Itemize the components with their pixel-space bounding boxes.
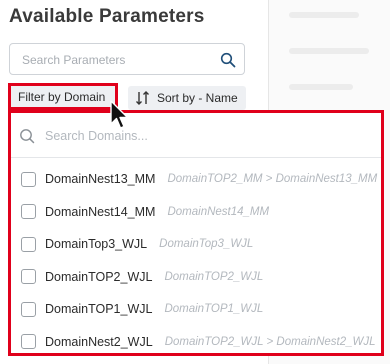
cursor-icon <box>110 100 129 129</box>
filter-by-domain-button[interactable]: Filter by Domain <box>8 83 118 110</box>
domain-name: DomainTOP2_WJL <box>45 269 153 284</box>
sort-by-name-label: Sort by - Name <box>157 91 238 105</box>
divider <box>11 157 381 158</box>
search-icon[interactable] <box>220 52 236 68</box>
placeholder-line <box>289 84 353 90</box>
domain-checkbox[interactable] <box>21 269 36 285</box>
sort-by-name-button[interactable]: Sort by - Name <box>128 86 246 110</box>
domain-list: DomainNest13_MM DomainTOP2_MM > DomainNe… <box>21 163 381 354</box>
domain-path: DomainTOP2_MM > DomainNest13_MM <box>167 173 378 186</box>
domain-option[interactable]: DomainNest13_MM DomainTOP2_MM > DomainNe… <box>21 163 381 196</box>
domain-name: DomainNest14_MM <box>45 204 156 219</box>
domain-checkbox[interactable] <box>21 171 36 187</box>
domain-option[interactable]: DomainTOP2_WJL DomainTOP2_WJL <box>21 261 381 294</box>
domain-checkbox[interactable] <box>21 334 36 350</box>
placeholder-line <box>289 48 369 54</box>
domain-path: DomainTOP2_WJL > DomainNest2_WJL <box>164 335 376 348</box>
domain-checkbox[interactable] <box>21 301 36 317</box>
search-domains-input[interactable] <box>43 128 347 144</box>
sort-icon <box>136 91 149 105</box>
domain-path: DomainTOP2_WJL <box>164 270 264 283</box>
domain-checkbox[interactable] <box>21 204 36 220</box>
domain-name: DomainTOP1_WJL <box>45 302 153 317</box>
search-parameters-input[interactable] <box>20 50 214 70</box>
domain-checkbox[interactable] <box>21 236 36 252</box>
domain-path: DomainTop3_WJL <box>159 238 254 251</box>
filter-by-domain-label: Filter by Domain <box>18 89 106 104</box>
domain-path: DomainNest14_MM <box>167 205 270 218</box>
domain-option[interactable]: DomainNest14_MM DomainNest14_MM <box>21 196 381 229</box>
search-parameters-box[interactable] <box>9 43 245 75</box>
panel-title: Available Parameters <box>9 6 205 27</box>
domain-filter-dropdown: DomainNest13_MM DomainTOP2_MM > DomainNe… <box>8 110 384 356</box>
placeholder-line <box>289 12 359 18</box>
domain-option[interactable]: DomainTop3_WJL DomainTop3_WJL <box>21 228 381 261</box>
domain-name: DomainTop3_WJL <box>45 237 148 252</box>
domain-option[interactable]: DomainTOP1_WJL DomainTOP1_WJL <box>21 293 381 326</box>
domain-name: DomainNest13_MM <box>45 172 156 187</box>
domain-path: DomainTOP1_WJL <box>164 303 264 316</box>
domain-name: DomainNest2_WJL <box>45 334 153 349</box>
search-icon <box>20 129 35 144</box>
domain-search[interactable] <box>19 123 359 149</box>
domain-option[interactable]: DomainNest2_WJL DomainTOP2_WJL > DomainN… <box>21 326 381 354</box>
